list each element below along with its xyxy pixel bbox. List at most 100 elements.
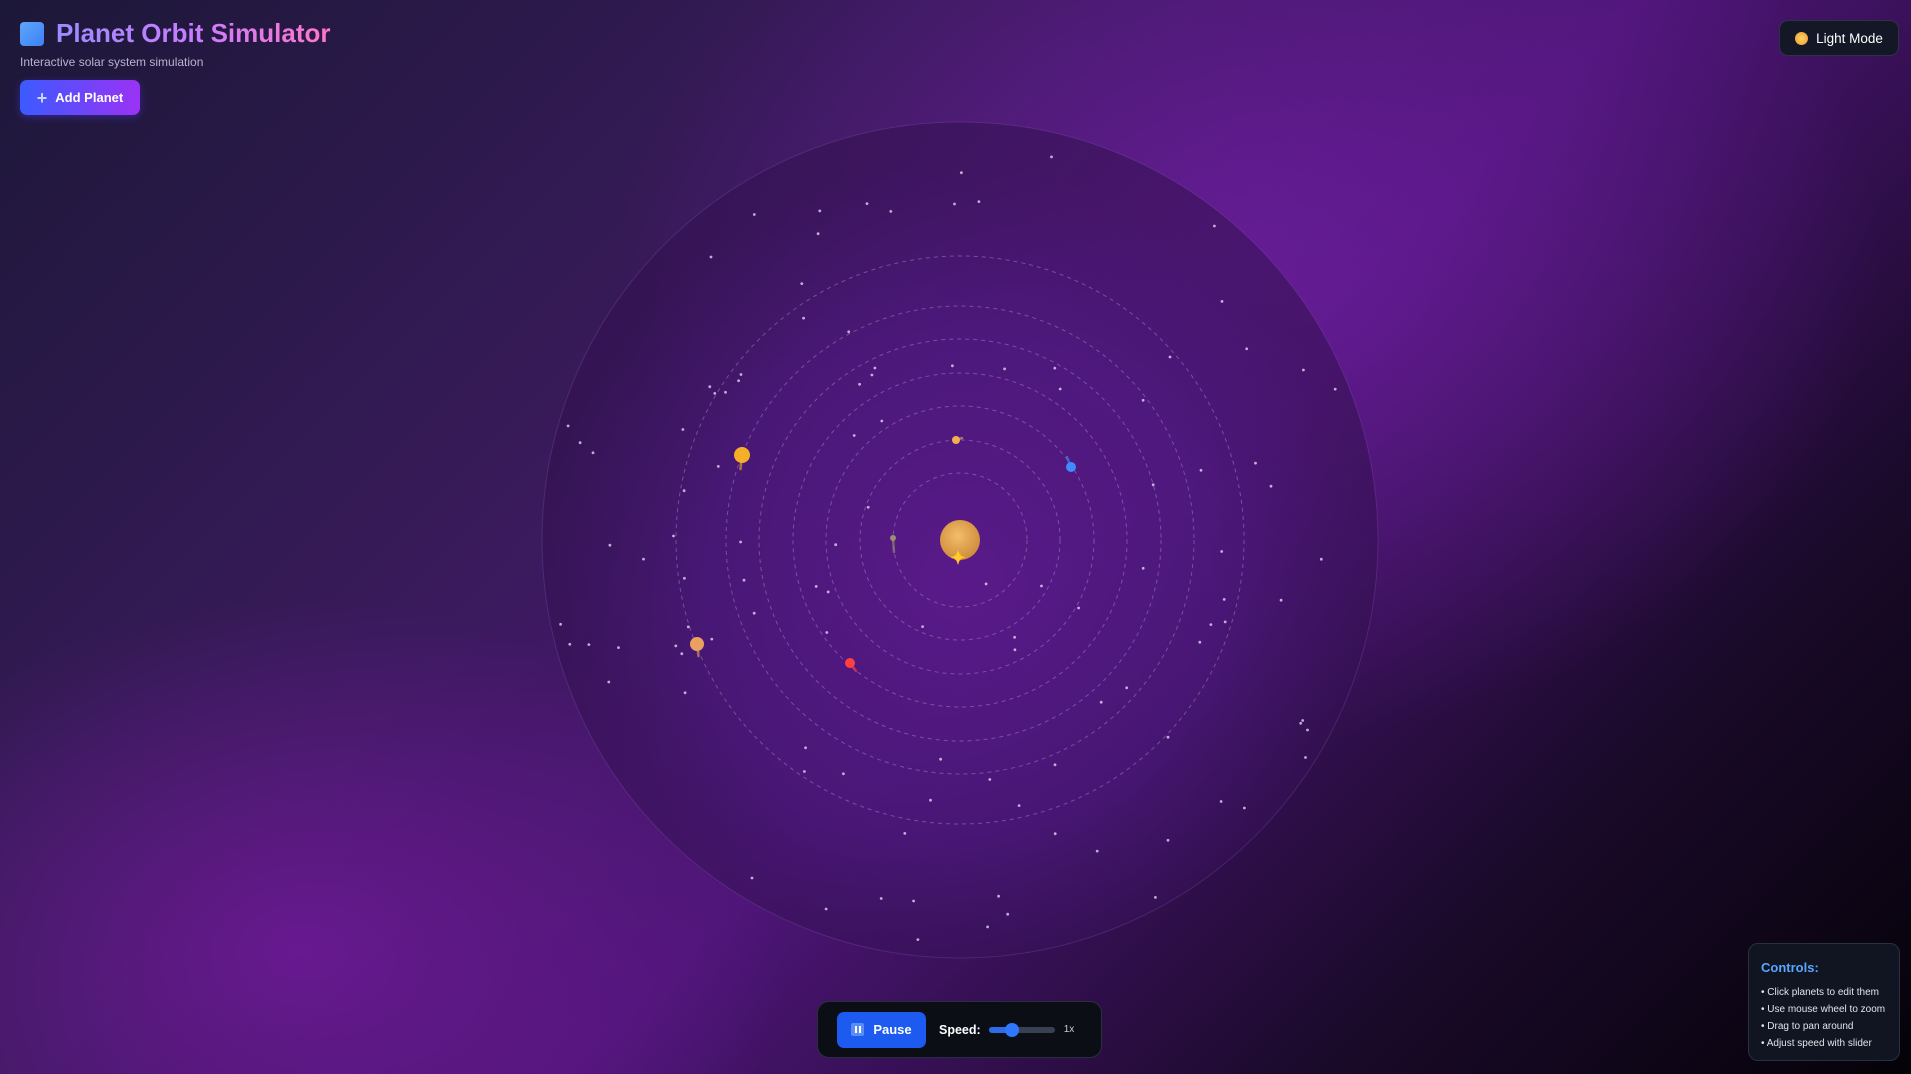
- star: [1304, 756, 1307, 759]
- star: [1198, 640, 1202, 644]
- star: [607, 680, 611, 684]
- star: [1302, 368, 1305, 372]
- star: [1125, 686, 1129, 690]
- star: [1166, 838, 1170, 842]
- star: [716, 465, 720, 468]
- pause-label: Pause: [873, 1022, 912, 1037]
- star: [1141, 566, 1145, 570]
- star: [988, 778, 992, 781]
- planet-body: [845, 658, 855, 668]
- star: [680, 652, 684, 656]
- star: [642, 557, 645, 561]
- star: [724, 390, 727, 394]
- help-item: • Drag to pan around: [1761, 1021, 1854, 1032]
- star: [834, 543, 838, 547]
- star: [1245, 347, 1249, 351]
- star: [873, 366, 877, 370]
- star: [865, 202, 869, 206]
- star: [1141, 398, 1145, 402]
- star: [708, 385, 712, 389]
- star: [682, 489, 686, 493]
- star: [916, 938, 920, 941]
- star: [1199, 468, 1203, 472]
- speed-slider[interactable]: [988, 1022, 1055, 1037]
- star: [672, 534, 675, 538]
- star: [739, 373, 743, 376]
- star: [826, 590, 830, 594]
- star: [880, 419, 884, 423]
- star: [1006, 912, 1010, 916]
- star: [587, 643, 591, 646]
- star: [1319, 557, 1323, 561]
- star: [681, 428, 685, 431]
- star: [1301, 719, 1305, 722]
- planet-body: [890, 535, 896, 541]
- star: [997, 894, 1000, 898]
- star: [960, 171, 963, 175]
- star: [816, 232, 820, 236]
- star: [818, 209, 822, 213]
- star: [939, 757, 942, 761]
- star: [1077, 606, 1080, 610]
- star: [804, 746, 807, 750]
- pause-icon: [851, 1023, 865, 1036]
- star: [683, 691, 687, 695]
- planet-body: [690, 637, 704, 651]
- star: [1151, 483, 1155, 487]
- star: [1017, 804, 1021, 807]
- star: [800, 282, 804, 285]
- star: [984, 582, 988, 586]
- star: [803, 770, 806, 773]
- star: [1058, 387, 1062, 391]
- controls-help-panel: Controls: • Click planets to edit them •…: [1748, 943, 1900, 1061]
- star: [879, 897, 883, 900]
- star: [889, 210, 893, 213]
- star: [1269, 484, 1273, 488]
- star: [1219, 800, 1223, 803]
- star: [710, 637, 714, 641]
- star: [608, 543, 612, 547]
- star: [752, 611, 756, 615]
- planet-body: [1066, 462, 1076, 472]
- star: [1279, 598, 1283, 602]
- star: [929, 798, 932, 802]
- star: [1013, 648, 1017, 652]
- help-item: • Click planets to edit them: [1761, 987, 1879, 998]
- star: [858, 382, 861, 386]
- star: [1053, 366, 1057, 370]
- star: [1095, 849, 1099, 853]
- speed-slider-thumb[interactable]: [1004, 1022, 1019, 1037]
- pause-button[interactable]: Pause: [837, 1011, 926, 1048]
- star: [986, 925, 989, 929]
- star: [852, 434, 856, 437]
- help-item: • Use mouse wheel to zoom: [1761, 1004, 1886, 1015]
- star: [566, 424, 570, 428]
- speed-label: Speed:: [939, 1022, 981, 1037]
- star: [842, 772, 845, 776]
- star: [921, 625, 924, 628]
- star: [568, 642, 572, 646]
- star: [802, 316, 805, 320]
- star: [1299, 721, 1303, 725]
- star: [683, 576, 686, 580]
- speed-value: 1x: [1063, 1024, 1075, 1035]
- star: [977, 200, 981, 204]
- star: [559, 622, 562, 626]
- star: [912, 899, 915, 903]
- star: [1254, 461, 1257, 465]
- star: [1003, 367, 1006, 371]
- star: [953, 202, 956, 206]
- star: [1053, 832, 1057, 836]
- star: [951, 364, 954, 368]
- star: [1220, 300, 1224, 303]
- star: [1213, 224, 1216, 228]
- star: [739, 540, 742, 544]
- star: [1333, 387, 1337, 391]
- simulation-canvas[interactable]: [0, 0, 1911, 1074]
- help-title: Controls:: [1761, 960, 1819, 975]
- star: [674, 644, 678, 648]
- star: [1223, 620, 1227, 624]
- star: [737, 379, 740, 383]
- star: [1306, 728, 1309, 732]
- star: [1222, 598, 1226, 601]
